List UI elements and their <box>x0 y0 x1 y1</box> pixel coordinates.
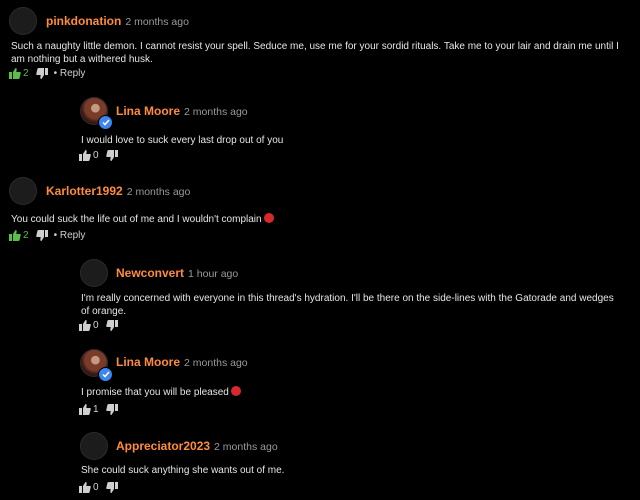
comment-text: She could suck anything she wants out of… <box>81 465 285 476</box>
comment-actions: 2 • Reply <box>9 68 85 79</box>
comment-text: You could suck the life out of me and I … <box>11 213 631 226</box>
comment-username[interactable]: Newconvert 1 hour ago <box>116 266 238 280</box>
thumbs-down-icon[interactable] <box>105 404 118 415</box>
comment-time: 2 months ago <box>125 16 189 28</box>
comment-item: pinkdonation 2 months ago Such a naughty … <box>0 0 640 90</box>
avatar[interactable] <box>80 349 113 382</box>
avatar[interactable] <box>80 432 108 460</box>
comment-item: Karlotter1992 2 months ago You could suck… <box>0 170 640 250</box>
comment-text: I would love to suck every last drop out… <box>81 135 284 146</box>
comment-actions: 2 • Reply <box>9 230 85 241</box>
avatar[interactable] <box>9 177 37 205</box>
username-label[interactable]: pinkdonation <box>46 14 121 28</box>
thumbs-up-icon[interactable] <box>79 482 91 493</box>
like-count: 0 <box>93 482 99 493</box>
comment-username[interactable]: Karlotter1992 2 months ago <box>46 184 190 198</box>
verified-badge-icon <box>98 115 113 130</box>
reply-link[interactable]: • Reply <box>54 230 86 241</box>
comment-time: 2 months ago <box>126 186 191 198</box>
username-label[interactable]: Newconvert <box>116 266 184 280</box>
avatar[interactable] <box>9 7 37 35</box>
comment-text: I'm really concerned with everyone in th… <box>81 293 614 317</box>
angry-emoji-icon <box>263 213 274 223</box>
username-label[interactable]: Appreciator2023 <box>116 439 210 453</box>
thumbs-down-icon[interactable] <box>35 68 48 79</box>
username-label[interactable]: Lina Moore <box>116 355 180 369</box>
comment-text-content: I promise that you will be pleased <box>81 387 229 398</box>
comment-time: 2 months ago <box>184 357 248 369</box>
thumbs-down-icon[interactable] <box>105 482 118 493</box>
like-count: 2 <box>23 68 29 79</box>
thumbs-down-icon[interactable] <box>105 320 118 331</box>
thumbs-up-icon[interactable] <box>79 150 91 161</box>
comment-actions: 1 <box>79 404 118 415</box>
like-count: 0 <box>93 150 99 161</box>
comment-item: Appreciator2023 2 months ago She could su… <box>0 425 640 500</box>
comment-item: Lina Moore 2 months ago I promise that yo… <box>0 340 640 425</box>
thumbs-down-icon[interactable] <box>35 230 48 241</box>
comment-time: 2 months ago <box>214 441 278 453</box>
devil-emoji-icon <box>230 386 241 396</box>
reply-link[interactable]: • Reply <box>54 68 86 79</box>
comment-username[interactable]: pinkdonation 2 months ago <box>46 14 189 28</box>
comment-time: 2 months ago <box>184 106 248 118</box>
comment-actions: 0 <box>79 150 118 161</box>
thumbs-up-icon[interactable] <box>9 68 21 79</box>
thumbs-down-icon[interactable] <box>105 150 118 161</box>
comment-text: Such a naughty little demon. I cannot re… <box>11 41 619 65</box>
username-label[interactable]: Karlotter1992 <box>46 184 123 198</box>
comment-username[interactable]: Appreciator2023 2 months ago <box>116 439 278 453</box>
comment-username[interactable]: Lina Moore 2 months ago <box>116 355 248 369</box>
comment-username[interactable]: Lina Moore 2 months ago <box>116 104 248 118</box>
comment-actions: 0 <box>79 320 118 331</box>
like-count: 1 <box>93 404 99 415</box>
username-label[interactable]: Lina Moore <box>116 104 180 118</box>
comment-text: I promise that you will be pleased <box>81 386 621 399</box>
verified-badge-icon <box>98 367 113 382</box>
like-count: 0 <box>93 320 99 331</box>
thumbs-up-icon[interactable] <box>79 320 91 331</box>
thumbs-up-icon[interactable] <box>9 230 21 241</box>
avatar[interactable] <box>80 259 108 287</box>
avatar[interactable] <box>80 97 113 130</box>
comment-text-content: You could suck the life out of me and I … <box>11 214 262 225</box>
comment-actions: 0 <box>79 482 118 493</box>
thumbs-up-icon[interactable] <box>79 404 91 415</box>
comment-item: Newconvert 1 hour ago I'm really concerne… <box>0 250 640 340</box>
comment-time: 1 hour ago <box>188 268 239 280</box>
comment-item: Lina Moore 2 months ago I would love to s… <box>0 90 640 170</box>
like-count: 2 <box>23 230 29 241</box>
